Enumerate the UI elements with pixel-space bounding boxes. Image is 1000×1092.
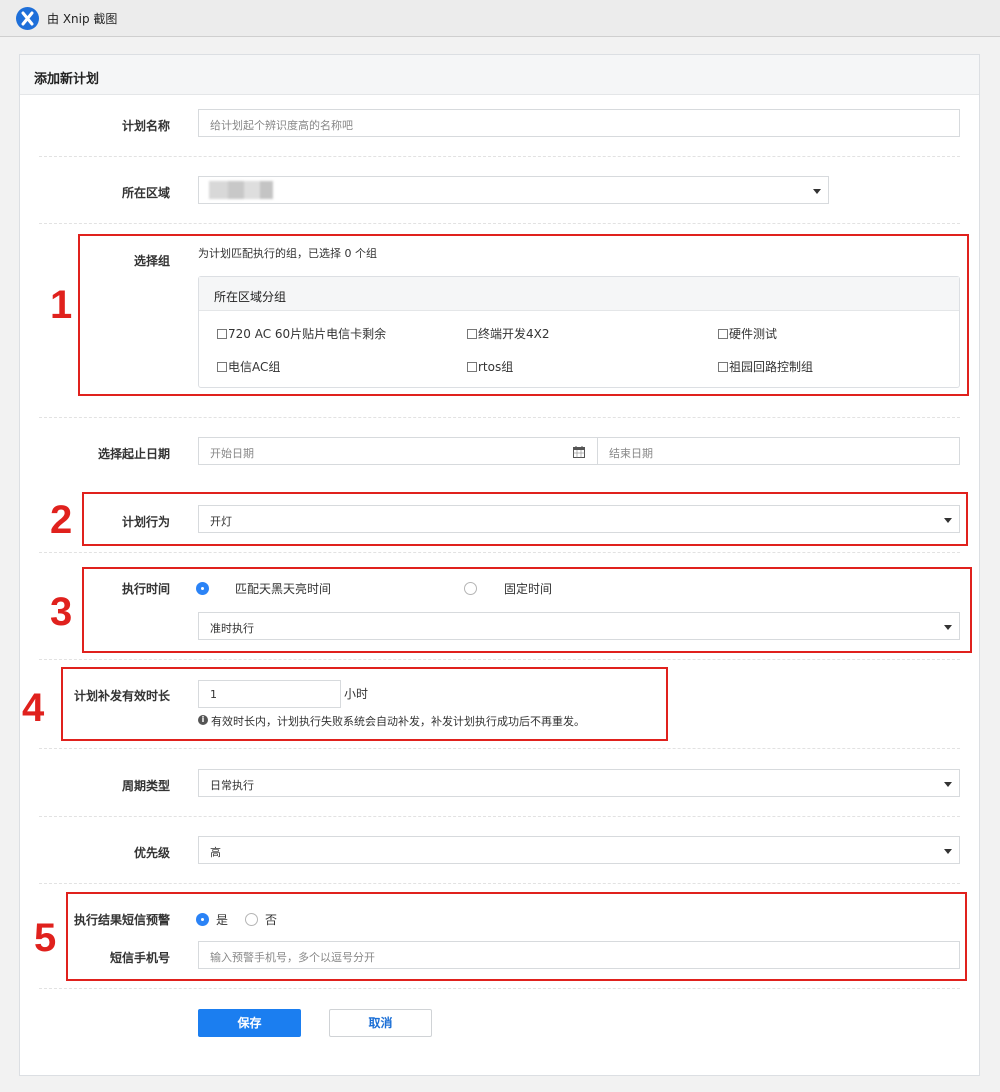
region-select[interactable] xyxy=(198,176,829,204)
divider xyxy=(39,156,960,157)
divider xyxy=(39,883,960,884)
start-date-placeholder: 开始日期 xyxy=(210,447,254,460)
app-title: 由 Xnip 截图 xyxy=(47,12,118,26)
cycle-value: 日常执行 xyxy=(210,779,254,792)
xnip-logo-icon xyxy=(16,7,39,30)
highlight-box-4 xyxy=(61,667,668,741)
end-date-input[interactable]: 结束日期 xyxy=(597,437,960,465)
save-button[interactable]: 保存 xyxy=(198,1009,301,1037)
plan-name-placeholder: 给计划起个辨识度高的名称吧 xyxy=(210,119,353,132)
panel-header: 添加新计划 xyxy=(20,55,979,95)
annotation-marker-3: 3 xyxy=(50,590,73,634)
region-value-redacted xyxy=(209,181,273,199)
annotation-marker-2: 2 xyxy=(50,498,73,542)
cancel-button[interactable]: 取消 xyxy=(329,1009,432,1037)
plan-name-input[interactable]: 给计划起个辨识度高的名称吧 xyxy=(198,109,960,137)
annotation-marker-5: 5 xyxy=(34,916,57,960)
priority-label: 优先级 xyxy=(133,846,170,860)
divider xyxy=(39,816,960,817)
annotation-marker-4: 4 xyxy=(22,686,45,730)
chevron-down-icon xyxy=(813,189,821,194)
chevron-down-icon xyxy=(944,849,952,854)
highlight-box-3 xyxy=(82,567,972,653)
window-titlebar: 由 Xnip 截图 xyxy=(0,0,1000,37)
calendar-button[interactable] xyxy=(560,437,598,465)
highlight-box-2 xyxy=(82,492,968,546)
divider xyxy=(39,552,960,553)
divider xyxy=(39,659,960,660)
priority-value: 高 xyxy=(210,846,221,859)
end-date-placeholder: 结束日期 xyxy=(609,447,653,460)
region-label: 所在区域 xyxy=(121,186,170,200)
plan-name-label: 计划名称 xyxy=(121,119,170,133)
panel-title: 添加新计划 xyxy=(34,72,100,87)
divider xyxy=(39,417,960,418)
highlight-box-5 xyxy=(66,892,967,981)
cycle-select[interactable]: 日常执行 xyxy=(198,769,960,797)
date-range-label: 选择起止日期 xyxy=(97,447,170,461)
cycle-label: 周期类型 xyxy=(121,779,170,793)
highlight-box-1 xyxy=(78,234,969,396)
annotation-marker-1: 1 xyxy=(50,283,73,327)
divider xyxy=(39,988,960,989)
divider xyxy=(39,223,960,224)
calendar-icon xyxy=(573,446,585,458)
priority-select[interactable]: 高 xyxy=(198,836,960,864)
divider xyxy=(39,748,960,749)
start-date-input[interactable]: 开始日期 xyxy=(198,437,561,465)
chevron-down-icon xyxy=(944,782,952,787)
